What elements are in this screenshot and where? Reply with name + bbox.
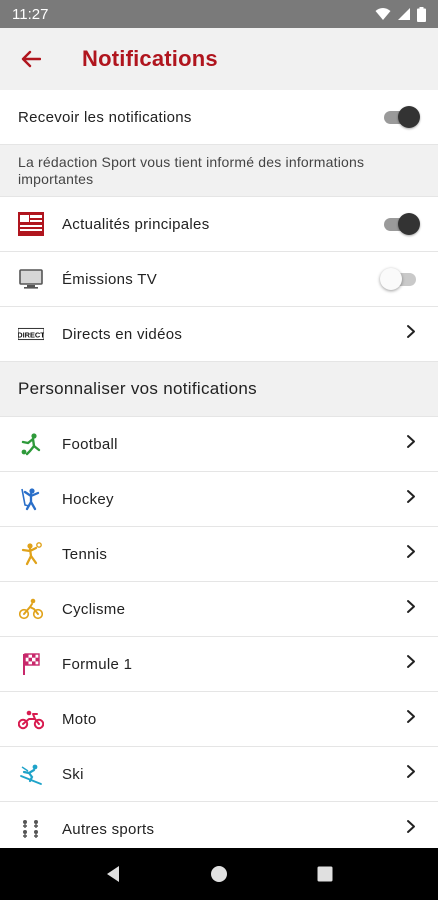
page-title: Notifications [82, 46, 218, 71]
sport-row-tennis[interactable]: Tennis [0, 527, 438, 582]
section-title: Personnaliser vos notifications [0, 362, 438, 417]
brand-logo-icon [18, 211, 44, 237]
direct-logo-icon: DIRECT [18, 321, 44, 347]
arrow-left-icon [21, 50, 41, 68]
app-bar: Notifications [0, 28, 438, 90]
back-button[interactable] [0, 28, 62, 90]
chevron-right-icon [404, 545, 418, 564]
status-time: 11:27 [12, 5, 49, 23]
tv-shows-toggle[interactable] [380, 266, 418, 292]
chevron-right-icon [404, 710, 418, 729]
football-icon [18, 431, 44, 457]
chevron-right-icon [404, 765, 418, 784]
sport-label: Hockey [62, 490, 114, 508]
sport-row-ski[interactable]: Ski [0, 747, 438, 802]
chevron-right-icon [404, 435, 418, 454]
wifi-icon [375, 7, 391, 21]
motorbike-icon [18, 706, 44, 732]
chevron-right-icon [404, 325, 418, 344]
sport-label: Tennis [62, 545, 108, 563]
tv-shows-row[interactable]: Émissions TV [0, 252, 438, 307]
tv-icon [18, 266, 44, 292]
main-news-row[interactable]: Actualités principales [0, 197, 438, 252]
sport-label: Formule 1 [62, 655, 133, 673]
main-news-toggle[interactable] [382, 211, 420, 237]
chevron-right-icon [404, 490, 418, 509]
sport-row-hockey[interactable]: Hockey [0, 472, 438, 527]
tennis-icon [18, 541, 44, 567]
sport-label: Football [62, 435, 118, 453]
sport-label: Moto [62, 710, 97, 728]
triangle-back-icon [107, 866, 119, 882]
circle-home-icon [211, 866, 227, 882]
battery-icon [417, 6, 426, 22]
receive-notifications-toggle[interactable] [382, 104, 420, 130]
signal-icon [397, 7, 411, 21]
receive-notifications-label: Recevoir les notifications [18, 108, 192, 126]
nav-back-button[interactable] [93, 854, 133, 894]
sport-label: Autres sports [62, 820, 155, 838]
hockey-icon [18, 486, 44, 512]
settings-list[interactable]: Recevoir les notifications La rédaction … [0, 90, 438, 848]
tv-shows-label: Émissions TV [62, 270, 158, 288]
nav-recents-button[interactable] [305, 854, 345, 894]
receive-notifications-row[interactable]: Recevoir les notifications [0, 90, 438, 145]
live-videos-row[interactable]: DIRECT Directs en vidéos [0, 307, 438, 362]
status-bar: 11:27 [0, 0, 438, 28]
live-videos-label: Directs en vidéos [62, 325, 183, 343]
main-news-label: Actualités principales [62, 215, 210, 233]
sport-row-other[interactable]: Autres sports [0, 802, 438, 848]
sport-row-cycling[interactable]: Cyclisme [0, 582, 438, 637]
square-recents-icon [317, 866, 333, 882]
racing-flag-icon [18, 651, 44, 677]
sport-row-football[interactable]: Football [0, 417, 438, 472]
system-nav-bar [0, 848, 438, 900]
sport-row-moto[interactable]: Moto [0, 692, 438, 747]
other-sports-icon [18, 816, 44, 842]
nav-home-button[interactable] [199, 854, 239, 894]
sport-label: Ski [62, 765, 84, 783]
sport-label: Cyclisme [62, 600, 126, 618]
info-text: La rédaction Sport vous tient informé de… [0, 145, 438, 197]
cycling-icon [18, 596, 44, 622]
svg-text:DIRECT: DIRECT [18, 330, 44, 339]
chevron-right-icon [404, 600, 418, 619]
chevron-right-icon [404, 820, 418, 839]
ski-icon [18, 761, 44, 787]
chevron-right-icon [404, 655, 418, 674]
sport-row-formula1[interactable]: Formule 1 [0, 637, 438, 692]
